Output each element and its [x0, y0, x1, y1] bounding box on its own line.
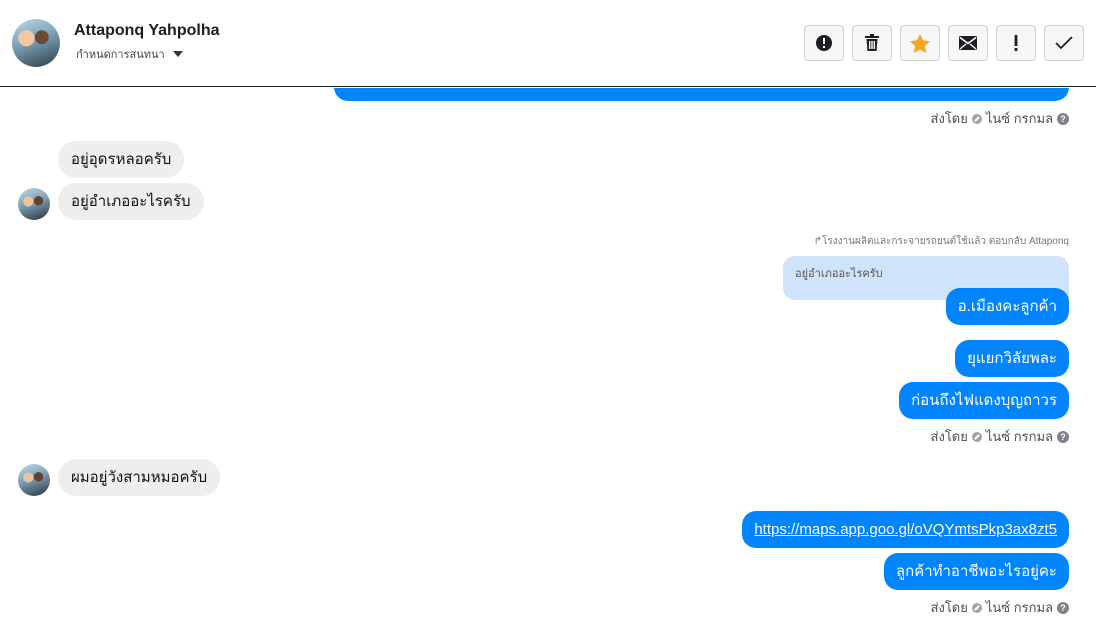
- sent-by-line: ส่งโดย ไนซ์ กรกมล ?: [931, 426, 1069, 447]
- outgoing-message[interactable]: ก่อนถึงไฟแดงบุญถาวร: [899, 382, 1069, 419]
- exclamation-icon: [1014, 35, 1018, 51]
- mail-button[interactable]: [948, 25, 988, 61]
- trash-icon: [865, 34, 879, 51]
- outgoing-message-partial[interactable]: [334, 88, 1069, 101]
- contact-avatar-small[interactable]: [18, 464, 50, 496]
- mark-important-button[interactable]: [996, 25, 1036, 61]
- contact-avatar[interactable]: [12, 19, 60, 67]
- toolbar: [804, 25, 1084, 61]
- reply-arrow-icon: ↱: [813, 236, 823, 247]
- star-button[interactable]: [900, 25, 940, 61]
- outgoing-message[interactable]: ยุแยกวิลัยพละ: [955, 340, 1069, 377]
- mark-done-button[interactable]: [1044, 25, 1084, 61]
- reply-note-text: โรงงานผลิตและกระจายรถยนต์ใช้แล้ว ตอบกลับ…: [822, 236, 1069, 247]
- map-link[interactable]: https://maps.app.goo.gl/oVQYmtsPkp3ax8zt…: [754, 521, 1057, 538]
- sent-status-icon: [971, 113, 982, 124]
- sent-status-icon: [971, 602, 982, 613]
- outgoing-message[interactable]: อ.เมืองคะลูกค้า: [945, 288, 1069, 325]
- conversation-header: Attaponq Yahpolha กำหนดการสนทนา: [0, 0, 1096, 87]
- sent-by-line: ส่งโดย ไนซ์ กรกมล ?: [931, 108, 1069, 129]
- conversation-settings[interactable]: กำหนดการสนทนา: [76, 45, 183, 63]
- sender-name: ไนซ์ กรกมล: [985, 429, 1053, 444]
- outgoing-link-message[interactable]: https://maps.app.goo.gl/oVQYmtsPkp3ax8zt…: [742, 511, 1069, 548]
- alert-icon: [816, 35, 832, 51]
- sender-name: ไนซ์ กรกมล: [985, 111, 1053, 126]
- contact-name[interactable]: Attaponq Yahpolha: [74, 22, 219, 40]
- contact-avatar-small[interactable]: [18, 188, 50, 220]
- delete-button[interactable]: [852, 25, 892, 61]
- sent-by-label: ส่งโดย: [930, 429, 968, 444]
- star-icon: [910, 33, 930, 53]
- caret-down-icon: [172, 51, 183, 57]
- sent-by-label: ส่งโดย: [930, 111, 968, 126]
- message-thread[interactable]: ส่งโดย ไนซ์ กรกมล ? อยู่อุดรหลอครับ อยู่…: [0, 88, 1096, 625]
- sender-name: ไนซ์ กรกมล: [985, 600, 1053, 615]
- incoming-message[interactable]: ผมอยู่วังสามหมอครับ: [58, 459, 221, 496]
- sent-status-icon: [971, 431, 982, 442]
- help-icon[interactable]: ?: [1057, 430, 1069, 443]
- check-icon: [1055, 36, 1073, 50]
- outgoing-message[interactable]: ลูกค้าทำอาชีพอะไรอยู่คะ: [883, 553, 1069, 590]
- incoming-message[interactable]: อยู่อำเภออะไรครับ: [58, 183, 204, 220]
- help-icon[interactable]: ?: [1057, 112, 1069, 125]
- mail-icon: [959, 36, 977, 50]
- conversation-settings-label: กำหนดการสนทนา: [76, 49, 165, 61]
- reply-note: ↱โรงงานผลิตและกระจายรถยนต์ใช้แล้ว ตอบกลั…: [814, 234, 1069, 249]
- sent-by-line: ส่งโดย ไนซ์ กรกมล ?: [931, 597, 1069, 618]
- sent-by-label: ส่งโดย: [930, 600, 968, 615]
- help-icon[interactable]: ?: [1057, 601, 1069, 614]
- incoming-message[interactable]: อยู่อุดรหลอครับ: [58, 141, 185, 178]
- report-button[interactable]: [804, 25, 844, 61]
